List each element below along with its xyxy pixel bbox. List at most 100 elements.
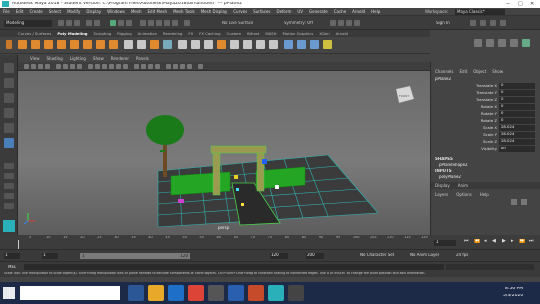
new-layer-selected-icon[interactable] [521, 199, 527, 205]
separate-icon[interactable] [137, 40, 146, 49]
shadows-icon[interactable] [123, 64, 128, 69]
attr-value-field[interactable]: 0 [499, 118, 535, 124]
pink-block[interactable] [178, 199, 184, 203]
layers-menu[interactable]: Layers [435, 192, 448, 197]
input-node[interactable]: polyPlane2 [439, 175, 461, 179]
shelf-tab-arnold[interactable]: Arnold [336, 31, 348, 36]
fps-dropdown[interactable]: 24 fps [456, 253, 468, 257]
motion-blur-icon[interactable] [141, 64, 146, 69]
chrome-browser-icon[interactable] [188, 285, 204, 301]
poly-cylinder-icon[interactable] [44, 40, 53, 49]
use-lights-icon[interactable] [116, 64, 121, 69]
resolution-gate-icon[interactable] [70, 64, 75, 69]
attr-value-field[interactable]: on [499, 146, 535, 152]
persp-graph-layout-icon[interactable] [4, 193, 14, 199]
extrude-icon[interactable] [178, 40, 187, 49]
menu-deform[interactable]: Deform [276, 9, 291, 14]
ambient-occlusion-icon[interactable] [134, 64, 139, 69]
channel-box-icon[interactable] [500, 20, 506, 26]
menu-arnold[interactable]: Arnold [352, 9, 365, 14]
menu-edit[interactable]: Edit [16, 9, 24, 14]
target-weld-icon[interactable] [243, 40, 252, 49]
sculpt-icon[interactable] [323, 40, 332, 49]
live-surface-label[interactable]: No Live Surface [222, 21, 253, 25]
sign-in-button[interactable]: Sign In [436, 21, 450, 25]
powerpoint-icon[interactable] [248, 285, 264, 301]
shelf-tab-xgen[interactable]: XGen [319, 31, 329, 36]
undo-icon[interactable] [86, 20, 92, 26]
shelf-tab-animation[interactable]: Animation [138, 31, 157, 36]
new-layer-icon[interactable] [511, 199, 517, 205]
shelf-tab-rendering[interactable]: Rendering [163, 31, 182, 36]
menu-curves[interactable]: Curves [233, 9, 247, 14]
shape-node[interactable]: pPlaneShape2 [439, 163, 468, 167]
edge-browser-icon[interactable] [168, 285, 184, 301]
viewport-menu-lighting[interactable]: Lighting [70, 56, 86, 61]
history-icon[interactable] [184, 20, 190, 26]
poly-cube-icon[interactable] [31, 40, 40, 49]
gate-mask-icon[interactable] [77, 64, 82, 69]
shelf-tab-poly-modeling[interactable]: Poly Modeling [57, 31, 87, 36]
step-back-frame-icon[interactable]: ◂ [484, 239, 487, 244]
blue-cube[interactable] [262, 159, 267, 164]
mel-command-input[interactable] [24, 264, 444, 270]
shelf-tab-fx[interactable]: FX [188, 31, 193, 36]
file-explorer-icon[interactable] [148, 285, 164, 301]
isolate-select-icon[interactable] [166, 64, 171, 69]
attr-value-field[interactable]: 0 [499, 83, 535, 89]
poly-plane-icon[interactable] [83, 40, 92, 49]
layer-help-menu[interactable]: Help [480, 192, 489, 197]
go-to-start-icon[interactable]: ⏮ [464, 239, 469, 244]
yellow-cube[interactable] [234, 175, 238, 179]
clock-date[interactable]: 5/3/2020 [503, 294, 523, 299]
shelf-tab-sculpting[interactable]: Sculpting [94, 31, 112, 36]
quad-draw-icon[interactable] [269, 40, 278, 49]
attribute-editor-toggle-icon[interactable] [498, 39, 506, 47]
move-tool-icon[interactable] [4, 108, 14, 118]
playback-end-field[interactable]: 120 [270, 253, 288, 259]
four-view-layout-icon[interactable] [4, 173, 14, 179]
save-scene-icon[interactable] [74, 20, 80, 26]
anim-layer-dropdown[interactable]: No Anim Layer [410, 253, 439, 257]
hypershade-icon[interactable] [354, 20, 360, 26]
animation-start-field[interactable]: 1 [4, 253, 20, 259]
smooth-shade-icon[interactable] [95, 64, 100, 69]
paint-select-tool-icon[interactable] [4, 93, 14, 103]
uv-editor-icon[interactable] [284, 40, 293, 49]
select-object-icon[interactable] [118, 20, 124, 26]
attr-value-field[interactable]: 28.024 [499, 125, 535, 131]
smooth-icon[interactable] [150, 40, 159, 49]
poly-disc-icon[interactable] [96, 40, 105, 49]
menu-select[interactable]: Select [49, 9, 61, 14]
current-frame-field[interactable]: 1 [434, 240, 456, 246]
menu-create[interactable]: Create [29, 9, 42, 14]
clock-time[interactable]: 8:56 PM [505, 287, 523, 292]
time-slider[interactable]: 5 10 15 20 25 30 35 40 45 50 55 60 65 70 75 80 85 90 95 100… [0, 235, 430, 249]
shelf-tab-curves-surfaces[interactable]: Curves / Surfaces [18, 31, 51, 36]
shelf-tab-rigging[interactable]: Rigging [117, 31, 131, 36]
attr-value-field[interactable]: 0 [499, 104, 535, 110]
current-time-indicator[interactable] [18, 240, 19, 249]
menu-surfaces[interactable]: Surfaces [253, 9, 270, 14]
select-component-icon[interactable] [126, 20, 132, 26]
menu-edit-mesh[interactable]: Edit Mesh [148, 9, 168, 14]
grid-toggle-icon[interactable] [56, 64, 61, 69]
auto-map-icon[interactable] [310, 40, 319, 49]
planar-map-icon[interactable] [297, 40, 306, 49]
windows-start-icon[interactable] [3, 287, 15, 299]
playback-start-field[interactable]: 1 [42, 253, 58, 259]
depth-of-field-icon[interactable] [155, 64, 160, 69]
wireframe-icon[interactable] [88, 64, 93, 69]
textured-icon[interactable] [109, 64, 114, 69]
word-icon[interactable] [228, 285, 244, 301]
select-hierarchy-icon[interactable] [110, 20, 116, 26]
shelf-tab-bifrost[interactable]: Bifrost [247, 31, 259, 36]
viewport-menu-view[interactable]: View [30, 56, 40, 61]
object-name[interactable]: pPlane2 [435, 77, 451, 81]
select-tool-icon[interactable] [4, 63, 14, 73]
menu-mesh-display[interactable]: Mesh Display [201, 9, 228, 14]
menu-generate[interactable]: Generate [309, 9, 328, 14]
cyan-cube[interactable] [236, 188, 239, 191]
camera-attributes-icon[interactable] [31, 64, 36, 69]
tree-foliage[interactable] [146, 115, 184, 145]
